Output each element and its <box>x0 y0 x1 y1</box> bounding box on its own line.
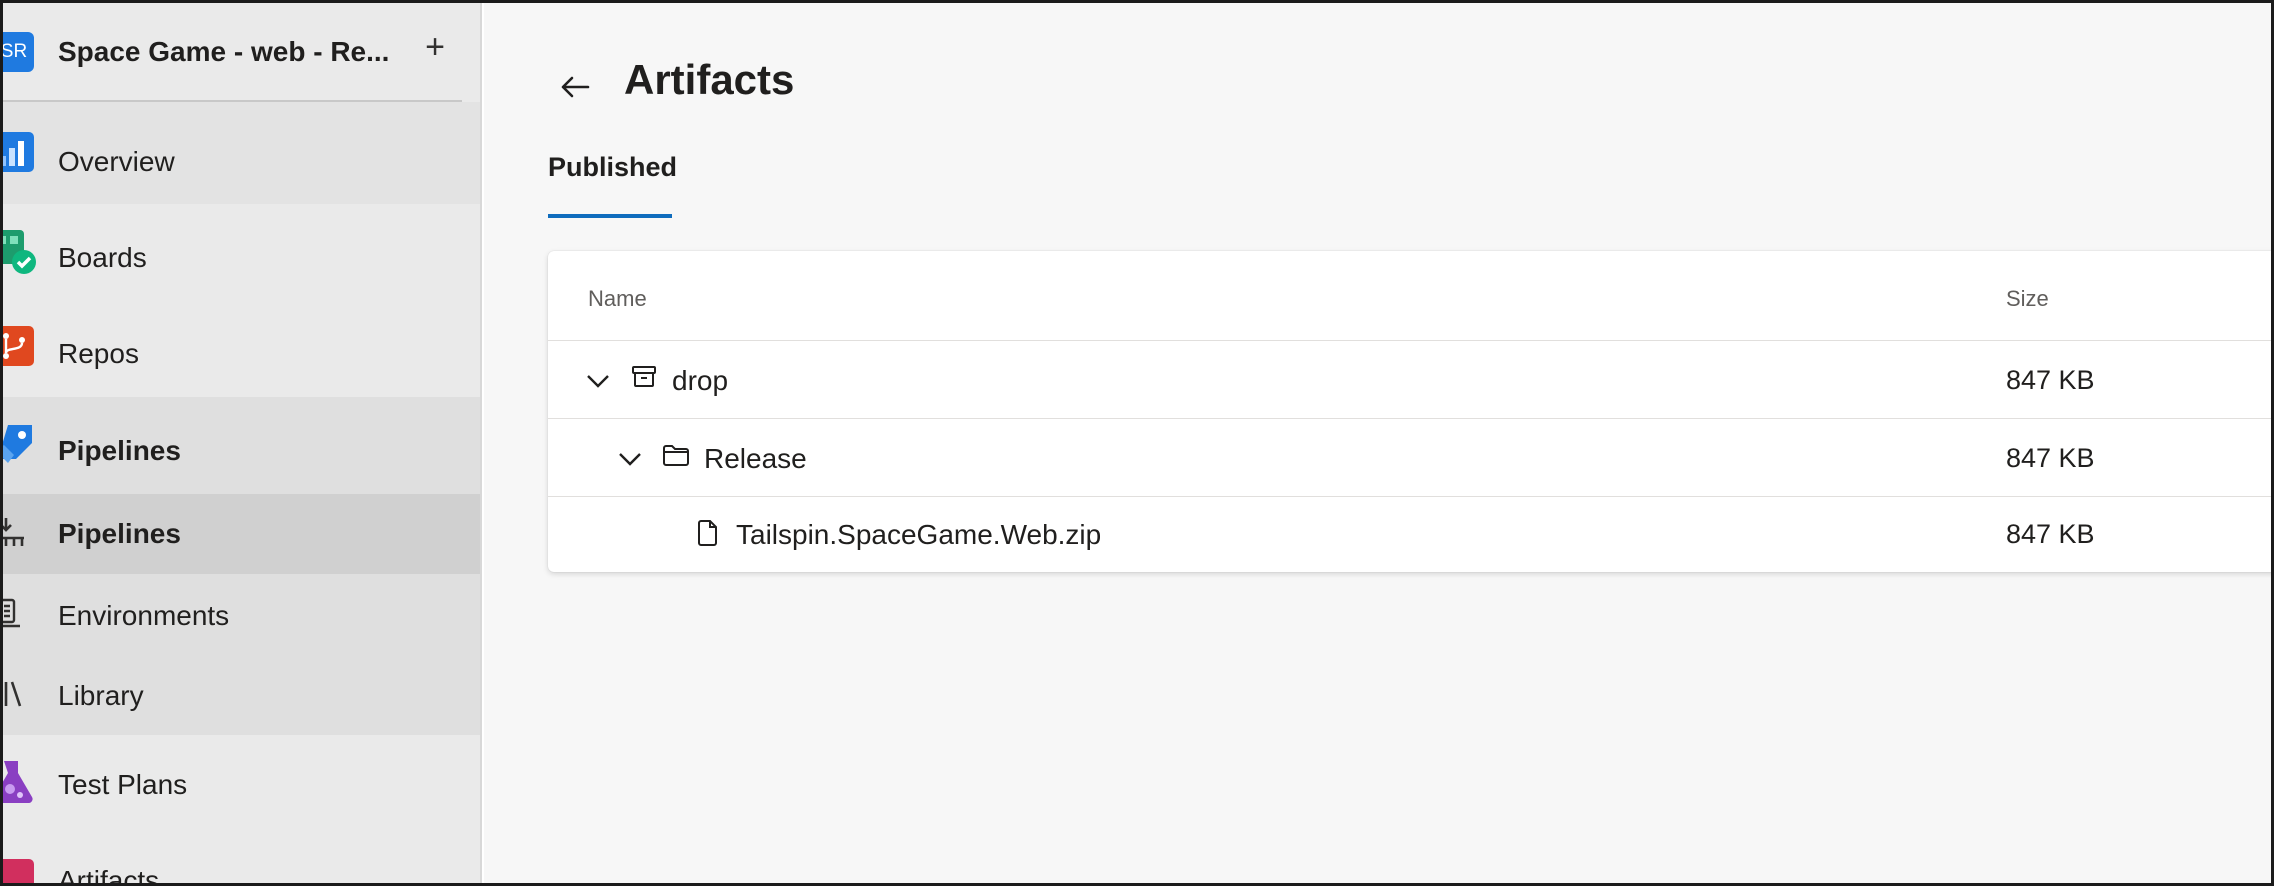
test-plans-icon <box>0 761 33 803</box>
main-content: Artifacts Published Name Size drop 847 K… <box>484 0 2274 886</box>
sidebar-item-label: Pipelines <box>58 435 181 466</box>
chevron-down-icon[interactable] <box>616 445 644 473</box>
sidebar-item-label: Library <box>58 680 144 711</box>
repos-icon <box>0 326 34 366</box>
row-size: 847 KB <box>2006 365 2095 395</box>
boards-icon <box>0 230 36 274</box>
sidebar-subitem-environments[interactable]: Environments <box>0 574 480 654</box>
sidebar-item-label: Overview <box>58 146 175 177</box>
sidebar-item-pipelines[interactable]: Pipelines <box>0 397 480 494</box>
sidebar-item-label: Test Plans <box>58 769 188 800</box>
project-name[interactable]: Space Game - web - Re... <box>58 36 389 68</box>
sidebar-subitem-pipelines[interactable]: Pipelines <box>0 494 480 574</box>
library-icon <box>0 681 22 707</box>
sidebar-subitem-library[interactable]: Library <box>0 654 480 734</box>
column-header-size[interactable]: Size <box>2006 286 2049 312</box>
row-name[interactable]: drop <box>672 365 728 397</box>
pipelines-sub-icon <box>0 518 24 546</box>
sidebar: SR Space Game - web - Re... + Overview B… <box>0 0 482 886</box>
back-arrow-icon[interactable] <box>558 70 592 104</box>
folder-icon <box>663 445 689 466</box>
sidebar-item-test-plans[interactable]: Test Plans <box>0 735 480 831</box>
sidebar-item-label: Pipelines <box>58 518 181 549</box>
overview-icon <box>0 132 34 172</box>
file-icon <box>698 520 717 546</box>
row-name[interactable]: Tailspin.SpaceGame.Web.zip <box>736 519 1101 551</box>
tab-selected-indicator <box>548 214 672 218</box>
row-name[interactable]: Release <box>704 443 807 475</box>
sidebar-item-repos[interactable]: Repos <box>0 300 480 396</box>
sidebar-item-label: Artifacts <box>58 865 160 886</box>
project-avatar[interactable]: SR <box>0 32 34 72</box>
sidebar-item-label: Environments <box>58 600 230 631</box>
artifacts-table: Name Size drop 847 KB Release 847 KB Tai… <box>548 251 2274 572</box>
row-size: 847 KB <box>2006 519 2095 549</box>
artifact-box-icon <box>632 366 656 387</box>
column-header-name[interactable]: Name <box>588 286 647 312</box>
table-row[interactable]: Tailspin.SpaceGame.Web.zip 847 KB <box>548 496 2274 572</box>
artifacts-icon <box>0 859 34 886</box>
page-title: Artifacts <box>624 56 795 103</box>
table-row[interactable]: Release 847 KB <box>548 418 2274 496</box>
sidebar-item-overview[interactable]: Overview <box>0 102 480 204</box>
environments-icon <box>0 598 20 628</box>
add-button[interactable]: + <box>418 30 452 66</box>
tab-published[interactable]: Published <box>548 152 677 183</box>
project-header: SR Space Game - web - Re... + <box>0 0 480 102</box>
sidebar-item-label: Boards <box>58 242 147 273</box>
pipelines-icon <box>0 425 32 463</box>
sidebar-item-boards[interactable]: Boards <box>0 204 480 300</box>
sidebar-item-artifacts[interactable]: Artifacts <box>0 831 480 886</box>
chevron-down-icon[interactable] <box>584 367 612 395</box>
sidebar-item-label: Repos <box>58 338 139 369</box>
row-size: 847 KB <box>2006 443 2095 473</box>
table-row[interactable]: drop 847 KB <box>548 340 2274 418</box>
